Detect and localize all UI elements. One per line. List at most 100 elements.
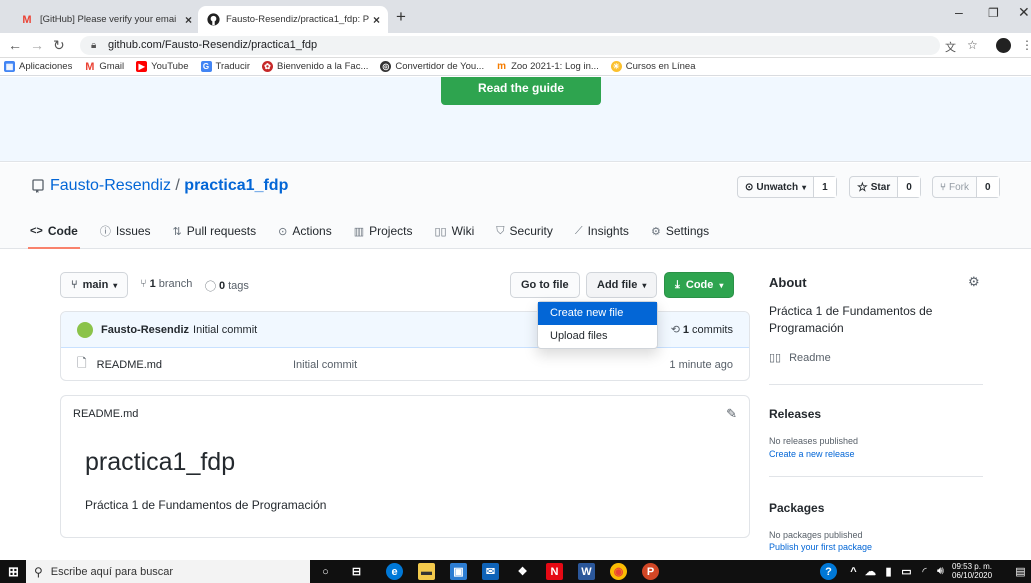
wifi-icon[interactable]: ◜ xyxy=(916,563,933,580)
tab-gmail[interactable]: M [GitHub] Please verify your emai × xyxy=(12,6,200,33)
go-to-file-button[interactable]: Go to file xyxy=(510,272,580,298)
avatar[interactable] xyxy=(77,321,93,338)
repo-owner-link[interactable]: Fausto-Resendiz xyxy=(50,177,171,195)
forward-icon[interactable]: → xyxy=(30,37,44,53)
create-new-file-item[interactable]: Create new file xyxy=(538,302,657,325)
onedrive-icon[interactable]: ☁ xyxy=(862,563,879,580)
publish-package-link[interactable]: Publish your first package xyxy=(769,542,872,552)
repo-separator: / xyxy=(170,177,185,194)
url-field[interactable]: 🔒︎ github.com/Fausto-Resendiz/practica1_… xyxy=(80,36,940,55)
file-name-link[interactable]: README.md xyxy=(97,359,162,371)
fork-label: Fork xyxy=(949,181,969,193)
readme-link[interactable]: ▯▯ Readme xyxy=(769,351,831,365)
chrome-icon[interactable]: ◉ xyxy=(610,563,627,580)
create-release-link[interactable]: Create a new release xyxy=(769,449,855,459)
tab-github[interactable]: Fausto-Resendiz/practica1_fdp: P × xyxy=(198,6,388,33)
bookmark-youtube[interactable]: ▶ YouTube xyxy=(136,61,189,72)
bookmark-cursos[interactable]: ☀ Cursos en Línea xyxy=(610,61,695,72)
branch-select-button[interactable]: ⑂ main ▾ xyxy=(60,272,129,298)
unwatch-button[interactable]: ⊙ Unwatch ▾ 1 xyxy=(737,176,837,198)
branches-link[interactable]: ⑂ 1 branch xyxy=(140,278,192,290)
unwatch-count[interactable]: 1 xyxy=(813,177,836,197)
task-view-icon[interactable]: ⊟ xyxy=(348,563,365,580)
star-button[interactable]: ☆ Star 0 xyxy=(849,176,921,198)
tab-issues[interactable]: ⓘ Issues xyxy=(100,220,151,242)
profile-avatar[interactable] xyxy=(996,38,1011,53)
bookmark-apps[interactable]: ▦ Aplicaciones xyxy=(4,61,72,72)
search-icon: ⚲ xyxy=(34,564,43,579)
bookmark-gmail[interactable]: M Gmail xyxy=(84,61,124,73)
help-icon[interactable]: ? xyxy=(820,563,837,580)
word-icon[interactable]: W xyxy=(578,563,595,580)
usb-icon[interactable]: ▮ xyxy=(880,563,897,580)
tab-label: Issues xyxy=(115,224,151,238)
add-file-button[interactable]: Add file ▾ xyxy=(586,272,658,298)
close-tab-icon[interactable]: × xyxy=(185,13,192,27)
tab-security[interactable]: ⛉ Security xyxy=(496,220,553,242)
book-icon: ▯▯ xyxy=(769,352,782,364)
cortana-icon[interactable]: ○ xyxy=(317,563,334,580)
bookmark-translate[interactable]: G Traducir xyxy=(200,61,250,72)
code-button[interactable]: ⤓ Code ▾ xyxy=(664,272,735,298)
fork-count[interactable]: 0 xyxy=(976,177,999,197)
close-window-icon[interactable]: ✕ xyxy=(1018,4,1030,21)
mail-icon[interactable]: ✉ xyxy=(482,563,499,580)
taskbar-search-input[interactable]: ⚲ Escribe aquí para buscar xyxy=(26,560,310,583)
translate-icon[interactable]: 文 xyxy=(945,39,956,55)
fork-button[interactable]: ⑂ Fork 0 xyxy=(932,176,1000,198)
powerpoint-icon[interactable]: P xyxy=(642,563,659,580)
tab-code[interactable]: <> Code xyxy=(28,220,80,249)
tab-actions[interactable]: ⊙ Actions xyxy=(278,220,332,242)
tab-projects[interactable]: ▥ Projects xyxy=(354,220,413,242)
dropbox-icon[interactable]: ❖ xyxy=(514,563,531,580)
volume-icon[interactable]: 🔊︎ xyxy=(932,563,949,580)
back-icon[interactable]: ← xyxy=(8,37,22,53)
read-the-guide-button[interactable]: Read the guide xyxy=(441,77,601,105)
packages-title[interactable]: Packages xyxy=(769,501,824,515)
system-clock[interactable]: 09:53 p. m. 06/10/2020 xyxy=(952,562,992,580)
commit-message[interactable]: Initial commit xyxy=(193,324,257,336)
bookmarks-bar: ▦ Aplicaciones M Gmail ▶ YouTube G Traducir … xyxy=(0,58,1031,76)
close-tab-icon[interactable]: × xyxy=(373,13,380,27)
project-icon: ▥ xyxy=(353,225,365,238)
star-bookmark-icon[interactable]: ☆ xyxy=(967,38,978,52)
file-explorer-icon[interactable]: ▬ xyxy=(418,563,435,580)
tab-insights[interactable]: ⟋ Insights xyxy=(575,220,629,242)
gear-icon: ⚙ xyxy=(650,225,661,238)
reload-icon[interactable]: ↻ xyxy=(53,37,65,54)
windows-start-icon[interactable]: ⊞ xyxy=(5,563,22,580)
bookmark-convertidor[interactable]: ◎ Convertidor de You... xyxy=(380,61,484,72)
upload-files-item[interactable]: Upload files xyxy=(538,325,657,348)
netflix-icon[interactable]: N xyxy=(546,563,563,580)
divider xyxy=(769,476,983,477)
bookmark-fac[interactable]: ✿ Bienvenido a la Fac... xyxy=(262,61,368,72)
star-count[interactable]: 0 xyxy=(897,177,920,197)
fork-icon: ⑂ xyxy=(940,181,946,193)
tab-label: Actions xyxy=(292,224,332,238)
minimize-icon[interactable]: – xyxy=(955,4,963,20)
commits-link[interactable]: ⟲ 1 commits xyxy=(671,323,733,337)
new-tab-button[interactable]: + xyxy=(396,7,406,27)
tab-pull-requests[interactable]: ⇅ Pull requests xyxy=(173,220,257,242)
bookmark-zoo[interactable]: m Zoo 2021-1: Log in... xyxy=(496,61,599,72)
chevron-up-icon[interactable]: ^ xyxy=(845,563,862,580)
maximize-icon[interactable]: ❐ xyxy=(988,6,999,20)
file-commit-message[interactable]: Initial commit xyxy=(293,359,357,371)
menu-icon[interactable]: ⋮ xyxy=(1021,38,1031,52)
graph-icon: ⟋ xyxy=(574,224,583,237)
pencil-icon[interactable]: ✎ xyxy=(726,406,737,422)
tab-wiki[interactable]: ▯▯ Wiki xyxy=(434,220,474,242)
store-icon[interactable]: ▣ xyxy=(450,563,467,580)
windows-taskbar: ⊞ ⚲ Escribe aquí para buscar ○ ⊟ e ▬ ▣ ✉… xyxy=(0,560,1031,583)
notifications-icon[interactable]: ▤ xyxy=(1012,563,1029,580)
gear-icon[interactable]: ⚙ xyxy=(968,274,980,290)
battery-icon[interactable]: ▭ xyxy=(898,563,915,580)
edge-icon[interactable]: e xyxy=(386,563,403,580)
commit-author[interactable]: Fausto-Resendiz xyxy=(101,324,189,336)
tab-settings[interactable]: ⚙ Settings xyxy=(651,220,709,242)
tags-link[interactable]: ⃝0tags xyxy=(216,278,249,294)
zoo-icon: m xyxy=(497,61,507,72)
repo-name-link[interactable]: practica1_fdp xyxy=(184,177,288,195)
releases-title[interactable]: Releases xyxy=(769,407,821,421)
table-row[interactable]: 🗋︎ README.md Initial commit 1 minute ago xyxy=(61,348,749,380)
